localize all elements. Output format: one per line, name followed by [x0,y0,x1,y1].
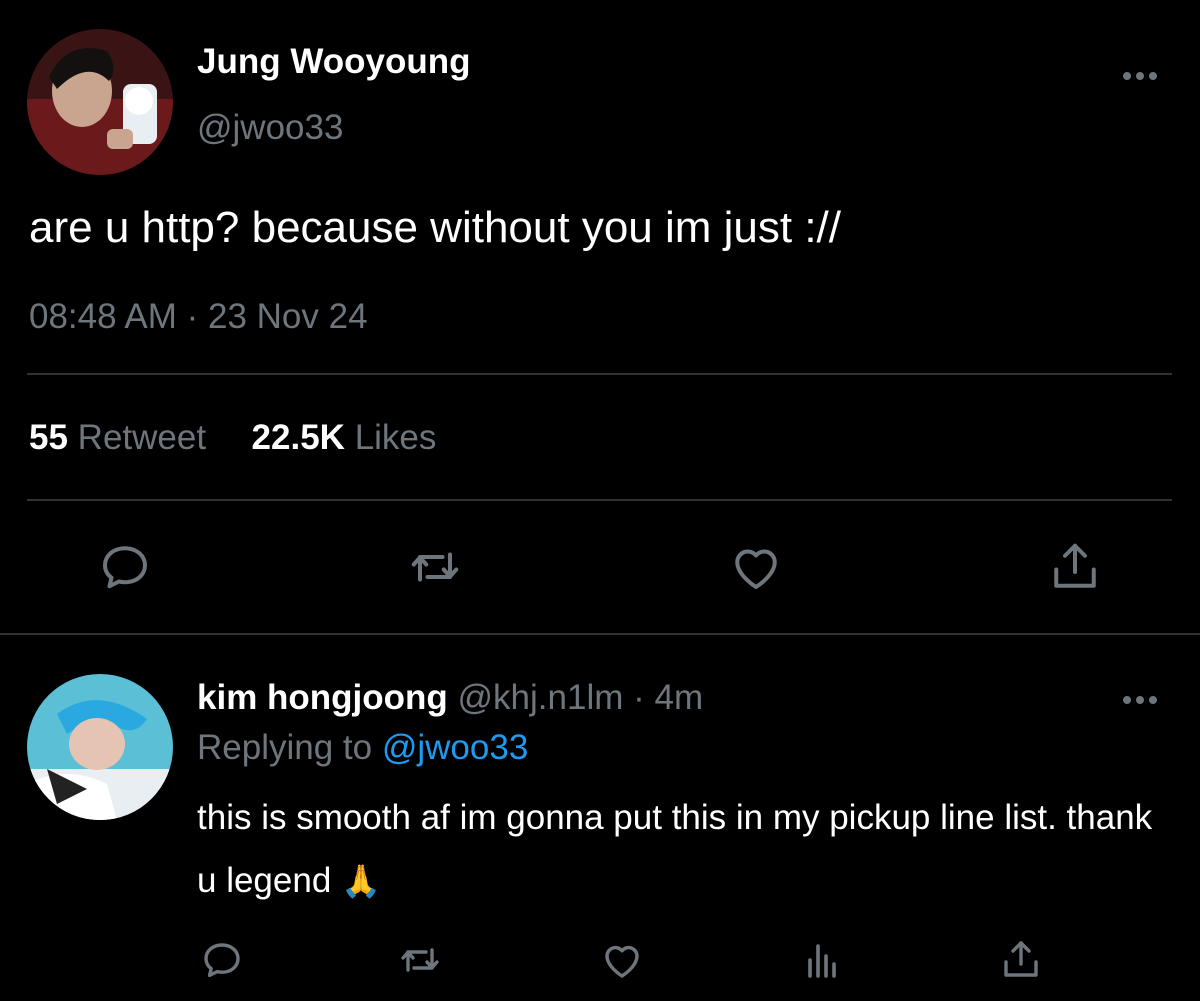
likes-stat[interactable]: 22.5K Likes [252,418,437,457]
reply-header: kim hongjoong @khj.n1lm · 4m [197,678,703,718]
retweet-icon[interactable] [396,936,444,984]
retweet-count: 55 [29,418,68,457]
retweet-label: Retweet [77,418,207,457]
main-author-name[interactable]: Jung Wooyoung [197,42,470,82]
like-icon[interactable] [726,537,786,597]
reply-author-avatar[interactable] [27,674,173,820]
tweet-stats: 55 Retweet 22.5K Likes [29,418,436,458]
tweet-timestamp[interactable]: 08:48 AM · 23 Nov 24 [29,297,368,337]
like-label: Likes [354,418,437,457]
stats-icon[interactable] [798,936,846,984]
divider [27,499,1172,501]
more-icon[interactable] [1120,66,1160,86]
replying-to-handle[interactable]: @jwoo33 [382,728,528,767]
reply-time[interactable]: 4m [655,678,704,717]
divider [27,373,1172,375]
reply-author-handle[interactable]: @khj.n1lm [458,678,624,717]
like-count: 22.5K [251,418,345,457]
more-icon[interactable] [1120,690,1160,710]
main-author-handle[interactable]: @jwoo33 [197,108,343,148]
reply-icon[interactable] [95,537,155,597]
reply-icon[interactable] [198,936,246,984]
main-author-avatar[interactable] [27,29,173,175]
share-icon[interactable] [997,936,1045,984]
share-icon[interactable] [1045,537,1105,597]
pray-emoji: 🙏 [341,863,381,899]
retweet-icon[interactable] [405,537,465,597]
reply-text: this is smooth af im gonna put this in m… [197,786,1177,913]
reply-separator: · [623,678,655,717]
like-icon[interactable] [598,936,646,984]
replying-to: Replying to @jwoo33 [197,728,528,768]
tweet-text: are u http? because without you im just … [29,203,842,252]
replying-prefix: Replying to [197,728,373,767]
reply-author-name[interactable]: kim hongjoong [197,678,448,717]
retweet-stat[interactable]: 55 Retweet [29,418,206,457]
divider [0,633,1200,635]
